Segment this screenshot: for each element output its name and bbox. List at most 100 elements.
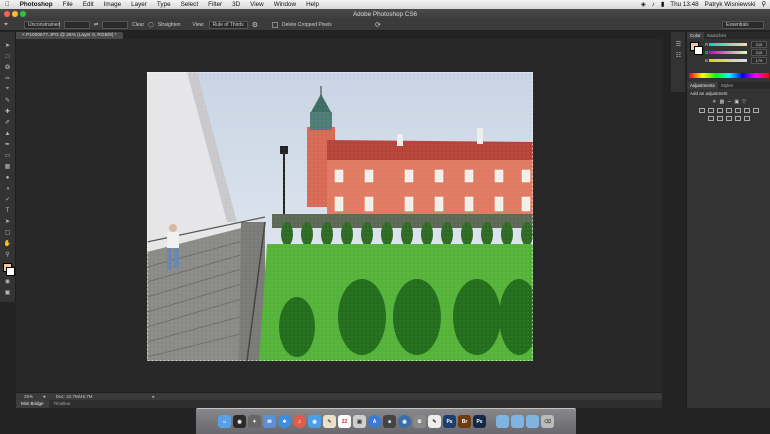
- height-field[interactable]: [102, 21, 129, 29]
- delete-cropped-checkbox[interactable]: [271, 22, 278, 28]
- invert-icon[interactable]: [708, 116, 714, 121]
- app-store-icon[interactable]: A: [368, 415, 381, 428]
- g-value[interactable]: 215: [751, 49, 767, 56]
- tab-styles[interactable]: Styles: [718, 83, 736, 88]
- system-preferences-icon[interactable]: ⚙: [413, 415, 426, 428]
- curves-icon[interactable]: ∽: [727, 99, 731, 105]
- minimize-window-icon[interactable]: [12, 11, 18, 17]
- gradient-tool-icon[interactable]: ▦: [2, 162, 13, 171]
- menu-filter[interactable]: Filter: [203, 1, 227, 8]
- apple-icon[interactable]: : [0, 1, 15, 8]
- crop-tool-icon[interactable]: ⌖: [4, 21, 8, 29]
- close-window-icon[interactable]: [4, 11, 10, 17]
- gear-icon[interactable]: ⚙: [252, 21, 258, 29]
- notes-icon[interactable]: ✎: [323, 415, 336, 428]
- hand-tool-icon[interactable]: ✋: [2, 239, 13, 248]
- properties-panel-icon[interactable]: ☷: [673, 51, 684, 60]
- crop-tool-icon[interactable]: ⌖: [2, 85, 13, 94]
- textedit-icon[interactable]: ✎: [428, 415, 441, 428]
- iphoto-icon[interactable]: ■: [383, 415, 396, 428]
- mail-icon[interactable]: ✉: [263, 415, 276, 428]
- healing-brush-tool-icon[interactable]: ✚: [2, 107, 13, 116]
- reset-icon[interactable]: ⟳: [375, 21, 381, 29]
- g-slider[interactable]: [709, 51, 747, 54]
- close-document-icon[interactable]: ×: [22, 33, 25, 38]
- tab-mini-bridge[interactable]: Mini Bridge: [16, 400, 49, 408]
- chrome-icon[interactable]: ◉: [398, 415, 411, 428]
- menu-layer[interactable]: Layer: [126, 1, 152, 8]
- wifi-icon[interactable]: ◈: [641, 1, 646, 8]
- straighten-button[interactable]: Straighten: [158, 22, 181, 28]
- menu-window[interactable]: Window: [269, 1, 301, 8]
- bridge-icon[interactable]: Br: [458, 415, 471, 428]
- eraser-tool-icon[interactable]: ▭: [2, 151, 13, 160]
- posterize-icon[interactable]: [717, 116, 723, 121]
- photos-icon[interactable]: ▣: [353, 415, 366, 428]
- downloads-folder-icon[interactable]: [511, 415, 524, 428]
- safari-icon[interactable]: ❖: [278, 415, 291, 428]
- documents-folder-icon[interactable]: [526, 415, 539, 428]
- screen-mode-icon[interactable]: ▣: [2, 288, 13, 297]
- menu-edit[interactable]: Edit: [78, 1, 99, 8]
- history-brush-tool-icon[interactable]: ✒: [2, 140, 13, 149]
- info-icon[interactable]: ●: [43, 394, 46, 399]
- calendar-icon[interactable]: 22: [338, 415, 351, 428]
- workspace-select[interactable]: Essentials: [722, 21, 764, 29]
- color-balance-icon[interactable]: [717, 108, 723, 113]
- zoom-window-icon[interactable]: [20, 11, 26, 17]
- brightness-icon[interactable]: ☀: [712, 99, 716, 105]
- photoshop-cs6-icon[interactable]: Ps: [473, 415, 486, 428]
- volume-icon[interactable]: ♪: [652, 1, 655, 8]
- quick-mask-icon[interactable]: ◉: [2, 277, 13, 286]
- r-slider[interactable]: [709, 43, 747, 46]
- user-name[interactable]: Patryk Wisniewski: [705, 1, 756, 8]
- type-tool-icon[interactable]: T: [2, 206, 13, 215]
- swap-icon[interactable]: ⇄: [94, 22, 98, 28]
- eyedropper-tool-icon[interactable]: ✎: [2, 96, 13, 105]
- battery-icon[interactable]: ▮: [661, 1, 664, 8]
- channel-mixer-icon[interactable]: [744, 108, 750, 113]
- launchpad-icon[interactable]: ✦: [248, 415, 261, 428]
- menu-app-name[interactable]: Photoshop: [15, 1, 58, 8]
- threshold-icon[interactable]: [726, 116, 732, 121]
- gradient-map-icon[interactable]: ▽: [742, 99, 746, 105]
- tab-timeline[interactable]: Timeline: [49, 400, 76, 408]
- selective-color-icon[interactable]: [735, 116, 741, 121]
- zoom-level[interactable]: 25%: [24, 394, 33, 399]
- tab-swatches[interactable]: Swatches: [704, 33, 730, 38]
- hue-saturation-icon[interactable]: [708, 108, 714, 113]
- move-tool-icon[interactable]: ➤: [2, 41, 13, 50]
- photo-filter-icon[interactable]: [735, 108, 741, 113]
- pen-tool-icon[interactable]: ✓: [2, 195, 13, 204]
- clear-button[interactable]: Clear: [132, 22, 144, 28]
- aspect-ratio-select[interactable]: Unconstrained: [23, 21, 60, 29]
- marquee-tool-icon[interactable]: □: [2, 52, 13, 61]
- clock[interactable]: Thu 13:48: [670, 1, 698, 8]
- overlay-view-select[interactable]: Rule of Thirds: [208, 21, 248, 29]
- b-slider[interactable]: [709, 59, 747, 62]
- color-lookup-icon[interactable]: [753, 108, 759, 113]
- spotlight-icon[interactable]: ⚲: [761, 1, 766, 8]
- folder-icon[interactable]: [496, 415, 509, 428]
- zoom-tool-icon[interactable]: ⚲: [2, 250, 13, 259]
- exposure-icon[interactable]: ▣: [734, 99, 739, 105]
- width-field[interactable]: [63, 21, 90, 29]
- finder-icon[interactable]: ☺: [218, 415, 231, 428]
- menu-file[interactable]: File: [58, 1, 78, 8]
- background-color-swatch[interactable]: [6, 267, 15, 276]
- menu-view[interactable]: View: [245, 1, 269, 8]
- menu-image[interactable]: Image: [99, 1, 127, 8]
- blur-tool-icon[interactable]: ●: [2, 173, 13, 182]
- document-tab[interactable]: × P1000677.JPG @ 25% (Layer 0, RGB/8) *: [16, 32, 123, 39]
- black-white-icon[interactable]: [726, 108, 732, 113]
- levels-icon[interactable]: ▩: [719, 99, 724, 105]
- trash-icon[interactable]: ⌫: [541, 415, 554, 428]
- brush-tool-icon[interactable]: ✐: [2, 118, 13, 127]
- menu-3d[interactable]: 3D: [227, 1, 245, 8]
- messages-icon[interactable]: ◉: [308, 415, 321, 428]
- dodge-tool-icon[interactable]: ◑: [2, 184, 13, 193]
- photoshop-icon[interactable]: Ps: [443, 415, 456, 428]
- itunes-icon[interactable]: ♫: [293, 415, 306, 428]
- menu-select[interactable]: Select: [176, 1, 204, 8]
- straighten-icon[interactable]: ◯: [148, 22, 154, 28]
